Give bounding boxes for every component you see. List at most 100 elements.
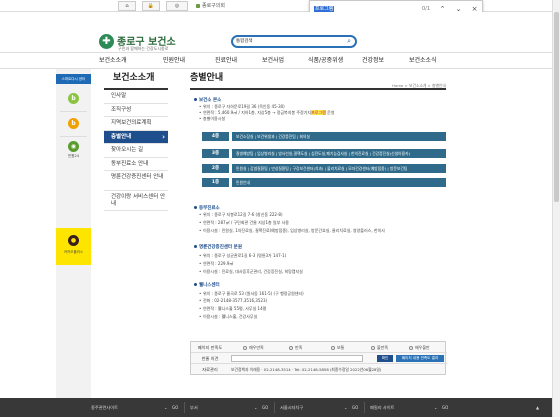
floor-row: 1층 민원안내 <box>202 178 446 187</box>
info-line: 이용시설 : 진료실, 대사증후군관리, 건강증진실, 희망캠지실 <box>198 269 303 275</box>
b-icon[interactable]: b <box>68 93 79 104</box>
main-navigation: 보건소소개 민원안내 진료안내 보건사업 식품/공중위생 건강정보 보건소소식 <box>0 52 560 69</box>
sidebar-item-active[interactable]: 층별안내 <box>104 130 168 144</box>
footer-select[interactable]: 종주관련사이트 <box>91 398 118 417</box>
content-manager: 보건정책과 이래용 · 02-2148-3514 · Tel: 02-2148-… <box>231 367 382 372</box>
footer-select[interactable]: 패밀리 사이트 <box>370 398 394 417</box>
survey-result-button[interactable]: 페이지 내용 만족도 결과 <box>396 355 444 362</box>
rail-label[interactable]: 민원24 <box>56 154 91 159</box>
scroll-top-icon[interactable]: ▲ <box>536 404 539 411</box>
divider <box>364 402 365 413</box>
sidebar-item[interactable]: 명륜건강증진센터 안내 <box>104 171 168 191</box>
footer-bar: 종주관련사이트 ⌄ GO 부서 ⌄ GO 서울시자치구 ⌄ GO 패밀리 사이트… <box>0 398 560 417</box>
info-text: 연면적 : 5,460.9㎡ / 지하1층, 지상5층 → 정금복지봉 주정기지 <box>203 110 312 115</box>
go-button[interactable]: GO <box>262 404 268 411</box>
footer-select[interactable]: 서울시자치구 <box>280 398 303 417</box>
kakao-banner[interactable]: ● 카카오플러스 <box>56 228 91 265</box>
home-icon: ⌂ <box>125 3 129 9</box>
rating-radio[interactable]: 만족 <box>289 342 302 353</box>
floor-description: 민원안내 <box>232 178 446 187</box>
go-button[interactable]: GO <box>172 404 178 411</box>
floor-description: 보건소장실 | 보건위생과 | 건강증진팀 | 회의실 <box>232 132 446 141</box>
sidebar-item[interactable]: 지역보건의료계획 <box>104 117 168 131</box>
survey-row: 페이지 만족도 매우만족 만족 보통 불만족 매우불만 <box>191 342 447 353</box>
floor-description: 민원실 | 감염질환팀 | 만성질환팀 | 구강보건센터(치과) | 물리치료실… <box>232 164 446 173</box>
lock-icon: 🔒 <box>147 3 155 9</box>
satisfaction-survey: 페이지 만족도 매우만족 만족 보통 불만족 매우불만 한줄 의견 확인 페이지… <box>190 341 447 375</box>
section-heading: 보건소 본소 <box>194 97 221 103</box>
nav-item[interactable]: 민원안내 <box>163 53 185 69</box>
globe-icon: ◎ <box>174 3 180 9</box>
info-line: 이용시설 : 민원실, 1차진료실, 결핵진료(예방접종), 임상병리실, 방문… <box>198 228 385 234</box>
rating-radio[interactable]: 매우불만 <box>409 342 430 353</box>
chevron-down-icon[interactable]: ⌄ <box>344 404 347 411</box>
council-link[interactable]: 종로구의회 <box>196 1 225 11</box>
floor-row: 3층 질병예방팀 | 임상병리실 | 방사선실,결핵도실 | 심전도실,폐기능검… <box>202 149 446 158</box>
kakao-icon: ● <box>68 235 79 246</box>
nav-item[interactable]: 보건소소식 <box>409 53 437 69</box>
sidebar-item[interactable]: 건강이랑 서비스센터 안내 <box>104 191 168 211</box>
rail-header: 스마트다시 센터 <box>56 74 91 84</box>
info-line: 연면적 : 웰니스홀 55평, 사무실 14평 <box>198 306 266 312</box>
nav-item[interactable]: 식품/공중위생 <box>308 53 343 69</box>
rating-radio[interactable]: 불만족 <box>371 342 388 353</box>
sidebar-item[interactable]: 인사말 <box>104 90 168 104</box>
b-icon[interactable]: b <box>68 118 79 129</box>
rating-radio[interactable]: 매우만족 <box>243 342 264 353</box>
section-heading: 웰니스센터 <box>194 282 220 288</box>
sidebar-item[interactable]: 조직구성 <box>104 104 168 117</box>
logo-icon[interactable]: ✚ <box>99 34 114 49</box>
chevron-down-icon[interactable]: ⌄ <box>434 404 437 411</box>
info-line: 연면적 : 287㎡ / 구민회관 건물 지상1층 일부 사용 <box>198 220 289 226</box>
floor-number: 2층 <box>202 164 229 173</box>
main-content: 층별안내 Home > 보건소소개 > 층별안내 보건소 본소 위치 : 종로구… <box>190 72 446 319</box>
page-scrollbar[interactable] <box>552 0 560 417</box>
section-heading: 명륜건강증진센터 분원 <box>194 244 242 250</box>
nav-item[interactable]: 보건사업 <box>262 53 284 69</box>
footer-select[interactable]: 부서 <box>190 398 198 417</box>
info-line: 이용시설 : 웰니스홀, 건강사무실 <box>198 314 257 320</box>
chevron-down-icon[interactable]: ⌄ <box>254 404 257 411</box>
divider <box>60 111 87 112</box>
info-line: 위치 : 종로구 성균관로1길 6-3 (명륜3가 147-1) <box>198 253 286 259</box>
search-box[interactable]: 통합검색 ⌕ <box>231 35 357 48</box>
info-line: 위치 : 종로구 율곡로 53 (원서동 161-5) (구 행정공원센터) <box>198 291 304 297</box>
nav-item[interactable]: 진료안내 <box>215 53 237 69</box>
sidebar-item[interactable]: 찾아오시는 길 <box>104 144 168 158</box>
site-header: ✚ 종로구 보건소 구민과 함께하는 건강도시종로 통합검색 ⌕ <box>0 12 560 52</box>
survey-row: 한줄 의견 확인 페이지 내용 만족도 결과 <box>191 353 447 364</box>
minwon-icon[interactable]: ◉ <box>68 141 79 152</box>
info-text: 운영 <box>325 110 335 115</box>
search-category-select[interactable]: 통합검색 <box>236 38 253 46</box>
divider <box>184 402 185 413</box>
language-button[interactable]: ◎ <box>166 1 188 11</box>
rating-radio[interactable]: 보통 <box>331 342 344 353</box>
divider <box>60 136 87 137</box>
floor-number: 1층 <box>202 178 229 187</box>
info-line: 전화 : 02-2148-3577,3516,3523) <box>198 298 267 304</box>
nav-item[interactable]: 건강정보 <box>362 53 384 69</box>
go-button[interactable]: GO <box>352 404 358 411</box>
nav-item[interactable]: 보건소소개 <box>99 53 127 69</box>
breadcrumb: Home > 보건소소개 > 층별안내 <box>392 83 446 88</box>
lock-button[interactable]: 🔒 <box>142 1 160 11</box>
chevron-down-icon[interactable]: ⌄ <box>164 404 167 411</box>
opinion-input[interactable] <box>231 355 363 362</box>
scrollbar-thumb[interactable] <box>554 12 559 202</box>
home-button[interactable]: ⌂ <box>118 1 136 11</box>
sidebar-item[interactable]: 동부진료소 안내 <box>104 158 168 171</box>
survey-row: 자료관리 보건정책과 이래용 · 02-2148-3514 · Tel: 02-… <box>191 364 447 375</box>
submit-button[interactable]: 확인 <box>377 355 393 362</box>
floor-description: 질병예방팀 | 임상병리실 | 방사선실,결핵도실 | 심전도실,폐기능검사실 … <box>232 149 446 158</box>
search-highlight: 프로그램 <box>311 110 326 115</box>
divider <box>274 402 275 413</box>
floor-number: 3층 <box>202 149 229 158</box>
sidebar-title: 보건소소개 <box>104 72 168 90</box>
info-line: 위치 : 종로구 지봉로12길 7-6 (창신동 222-8) <box>198 212 283 218</box>
search-icon[interactable]: ⌕ <box>347 37 351 46</box>
info-line: 연면적 : 229.9㎡ <box>198 261 233 267</box>
floor-row: 4층 보건소장실 | 보건위생과 | 건강증진팀 | 회의실 <box>202 132 446 141</box>
floor-number: 4층 <box>202 132 229 141</box>
info-line: 층별이용시설 <box>198 116 225 122</box>
go-button[interactable]: GO <box>442 404 448 411</box>
